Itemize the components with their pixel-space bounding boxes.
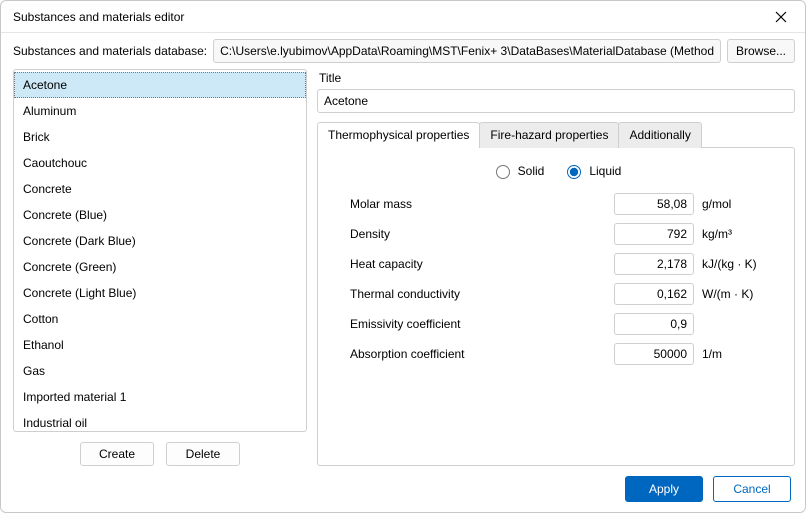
- materials-list-wrap: AcetoneAluminumBrickCaoutchoucConcreteCo…: [13, 69, 307, 432]
- property-label: Emissivity coefficient: [350, 317, 606, 331]
- list-item[interactable]: Concrete (Green): [14, 254, 306, 280]
- left-pane: AcetoneAluminumBrickCaoutchoucConcreteCo…: [13, 69, 307, 466]
- property-label: Absorption coefficient: [350, 347, 606, 361]
- tab-thermophysical[interactable]: Thermophysical properties: [317, 122, 480, 148]
- list-buttons: Create Delete: [13, 432, 307, 466]
- property-label: Thermal conductivity: [350, 287, 606, 301]
- property-unit: g/mol: [702, 197, 762, 211]
- radio-solid-input[interactable]: [496, 165, 510, 179]
- radio-liquid[interactable]: Liquid: [562, 162, 621, 179]
- database-path-input[interactable]: [213, 39, 721, 63]
- tabs: Thermophysical properties Fire-hazard pr…: [317, 121, 795, 147]
- property-unit: kg/m³: [702, 227, 762, 241]
- property-unit: 1/m: [702, 347, 762, 361]
- title-input[interactable]: [317, 89, 795, 113]
- materials-list[interactable]: AcetoneAluminumBrickCaoutchoucConcreteCo…: [14, 70, 306, 431]
- body: AcetoneAluminumBrickCaoutchoucConcreteCo…: [1, 69, 805, 466]
- cancel-button[interactable]: Cancel: [713, 476, 791, 502]
- close-button[interactable]: [767, 3, 795, 31]
- list-item[interactable]: Acetone: [14, 72, 306, 98]
- list-item[interactable]: Caoutchouc: [14, 150, 306, 176]
- radio-liquid-label: Liquid: [589, 164, 621, 178]
- radio-solid-label: Solid: [518, 164, 545, 178]
- footer: Apply Cancel: [1, 466, 805, 512]
- list-item[interactable]: Industrial oil: [14, 410, 306, 431]
- radio-liquid-input[interactable]: [567, 165, 581, 179]
- tab-additionally[interactable]: Additionally: [618, 122, 701, 148]
- right-pane: Title Thermophysical properties Fire-haz…: [317, 69, 795, 466]
- property-unit: W/(m · K): [702, 287, 762, 301]
- property-value-input[interactable]: [614, 193, 694, 215]
- property-label: Density: [350, 227, 606, 241]
- property-value-input[interactable]: [614, 223, 694, 245]
- property-value-input[interactable]: [614, 313, 694, 335]
- database-row: Substances and materials database: Brows…: [1, 33, 805, 69]
- create-button[interactable]: Create: [80, 442, 154, 466]
- property-label: Molar mass: [350, 197, 606, 211]
- close-icon: [775, 11, 787, 23]
- window-title: Substances and materials editor: [13, 10, 767, 24]
- titlebar: Substances and materials editor: [1, 1, 805, 33]
- property-label: Heat capacity: [350, 257, 606, 271]
- property-unit: kJ/(kg · K): [702, 257, 762, 271]
- property-value-input[interactable]: [614, 343, 694, 365]
- tab-panel-thermophysical: Solid Liquid Molar mass g/mol Density kg/m³…: [317, 147, 795, 466]
- delete-button[interactable]: Delete: [166, 442, 240, 466]
- state-row: Solid Liquid: [332, 162, 780, 179]
- radio-solid[interactable]: Solid: [491, 162, 545, 179]
- list-item[interactable]: Gas: [14, 358, 306, 384]
- list-item[interactable]: Concrete: [14, 176, 306, 202]
- apply-button[interactable]: Apply: [625, 476, 703, 502]
- property-value-input[interactable]: [614, 253, 694, 275]
- browse-button[interactable]: Browse...: [727, 39, 795, 63]
- property-value-input[interactable]: [614, 283, 694, 305]
- list-item[interactable]: Brick: [14, 124, 306, 150]
- editor-window: Substances and materials editor Substanc…: [0, 0, 806, 513]
- properties-grid: Molar mass g/mol Density kg/m³ Heat capacity…: [332, 193, 780, 365]
- tab-fire-hazard[interactable]: Fire-hazard properties: [479, 122, 619, 148]
- list-item[interactable]: Ethanol: [14, 332, 306, 358]
- list-item[interactable]: Concrete (Dark Blue): [14, 228, 306, 254]
- list-item[interactable]: Imported material 1: [14, 384, 306, 410]
- database-label: Substances and materials database:: [13, 44, 207, 58]
- list-item[interactable]: Cotton: [14, 306, 306, 332]
- list-item[interactable]: Concrete (Blue): [14, 202, 306, 228]
- list-item[interactable]: Aluminum: [14, 98, 306, 124]
- list-item[interactable]: Concrete (Light Blue): [14, 280, 306, 306]
- title-label: Title: [319, 71, 795, 85]
